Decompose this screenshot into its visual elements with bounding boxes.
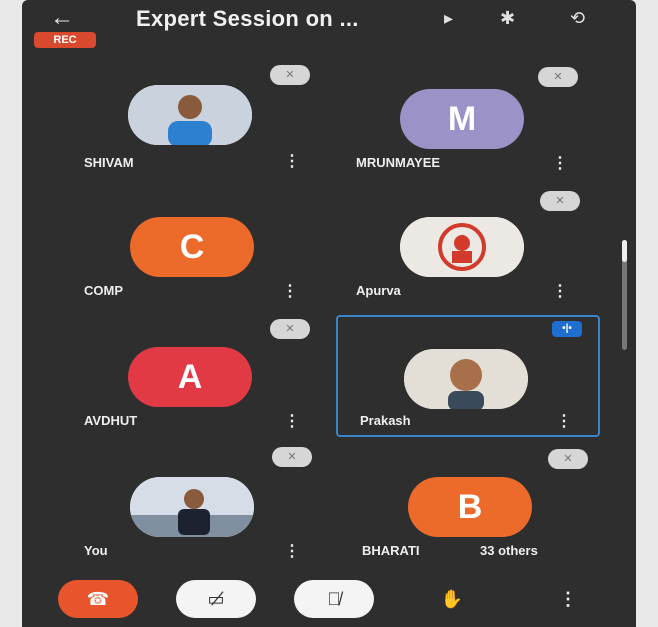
mic-off-icon: ✕ <box>548 449 588 469</box>
mic-off-icon: ✕ <box>538 67 578 87</box>
more-options-icon[interactable]: ⋮ <box>282 281 298 301</box>
phone-hangup-icon: ☎ <box>86 588 110 609</box>
avatar <box>130 477 254 537</box>
avatar <box>128 85 252 145</box>
mic-toggle-button[interactable]: 🎙̸ <box>294 580 374 618</box>
avatar: B <box>408 477 532 537</box>
participant-name: MRUNMAYEE <box>356 155 441 170</box>
person-photo-icon <box>404 349 528 409</box>
rec-badge: REC <box>34 32 96 48</box>
avatar: C <box>130 217 254 277</box>
participant-tile-prakash[interactable]: •|• Prakash ⋮ <box>336 315 600 437</box>
mic-off-icon: ✕ <box>272 447 312 467</box>
more-options-icon[interactable]: ⋮ <box>284 151 300 171</box>
end-call-button[interactable]: ☎ <box>58 580 138 618</box>
participant-name: SHIVAM <box>84 155 134 170</box>
call-controls: ☎ ▭̸ 🎙̸ ✋ ⋮ <box>22 570 636 627</box>
meeting-screen: ← Expert Session on ... ▸ ✱ ⟲ REC ✕ SHIV… <box>22 0 636 627</box>
participant-tile-avdhut[interactable]: ✕ A AVDHUT ⋮ <box>82 315 342 435</box>
more-options-button[interactable]: ⋮ <box>528 580 608 618</box>
avatar <box>404 349 528 409</box>
participant-tile-mrunmayee[interactable]: ✕ M MRUNMAYEE ⋮ <box>352 55 612 175</box>
others-count[interactable]: 33 others <box>480 543 538 558</box>
hand-icon: ✋ <box>440 588 464 609</box>
back-arrow-icon[interactable]: ← <box>50 4 74 32</box>
more-options-icon[interactable]: ⋮ <box>556 411 572 431</box>
mic-off-icon: ✕ <box>270 319 310 339</box>
speaking-indicator-icon: •|• <box>552 321 582 337</box>
bluetooth-icon[interactable]: ✱ <box>500 8 515 29</box>
logo-photo-icon <box>400 217 524 277</box>
avatar: A <box>128 347 252 407</box>
participant-name: AVDHUT <box>84 413 138 428</box>
participant-name: COMP <box>84 283 123 298</box>
avatar <box>400 217 524 277</box>
raise-hand-button[interactable]: ✋ <box>412 580 492 618</box>
participant-name: BHARATI <box>362 543 420 558</box>
mic-off-icon: ✕ <box>540 191 580 211</box>
switch-camera-icon[interactable]: ⟲ <box>570 8 585 29</box>
camera-toggle-button[interactable]: ▭̸ <box>176 580 256 618</box>
top-bar: ← Expert Session on ... ▸ ✱ ⟲ <box>22 0 636 40</box>
avatar: M <box>400 89 524 149</box>
more-options-icon[interactable]: ⋮ <box>284 411 300 431</box>
more-options-icon[interactable]: ⋮ <box>552 153 568 173</box>
participant-tile-shivam[interactable]: ✕ SHIVAM ⋮ <box>82 55 342 175</box>
participant-tile-you[interactable]: ✕ You ⋮ <box>82 445 342 565</box>
participant-name: Apurva <box>356 283 401 298</box>
camera-off-icon: ▭̸ <box>207 588 225 609</box>
more-options-icon[interactable]: ⋮ <box>552 281 568 301</box>
mic-off-icon: ✕ <box>270 65 310 85</box>
person-photo-icon <box>128 85 252 145</box>
more-options-icon: ⋮ <box>559 588 577 609</box>
scrollbar-thumb[interactable] <box>622 240 627 262</box>
participant-tile-comp[interactable]: C COMP ⋮ <box>82 185 342 305</box>
play-icon[interactable]: ▸ <box>444 8 453 29</box>
more-options-icon[interactable]: ⋮ <box>284 541 300 561</box>
participant-tile-bharati[interactable]: ✕ B BHARATI 33 others <box>352 445 612 565</box>
participant-tile-apurva[interactable]: ✕ Apurva ⋮ <box>352 185 612 305</box>
person-photo-icon <box>130 477 254 537</box>
participant-name: Prakash <box>360 413 411 428</box>
mic-off-icon: 🎙̸ <box>327 588 341 609</box>
meeting-title: Expert Session on ... <box>136 6 359 31</box>
participant-name: You <box>84 543 108 558</box>
